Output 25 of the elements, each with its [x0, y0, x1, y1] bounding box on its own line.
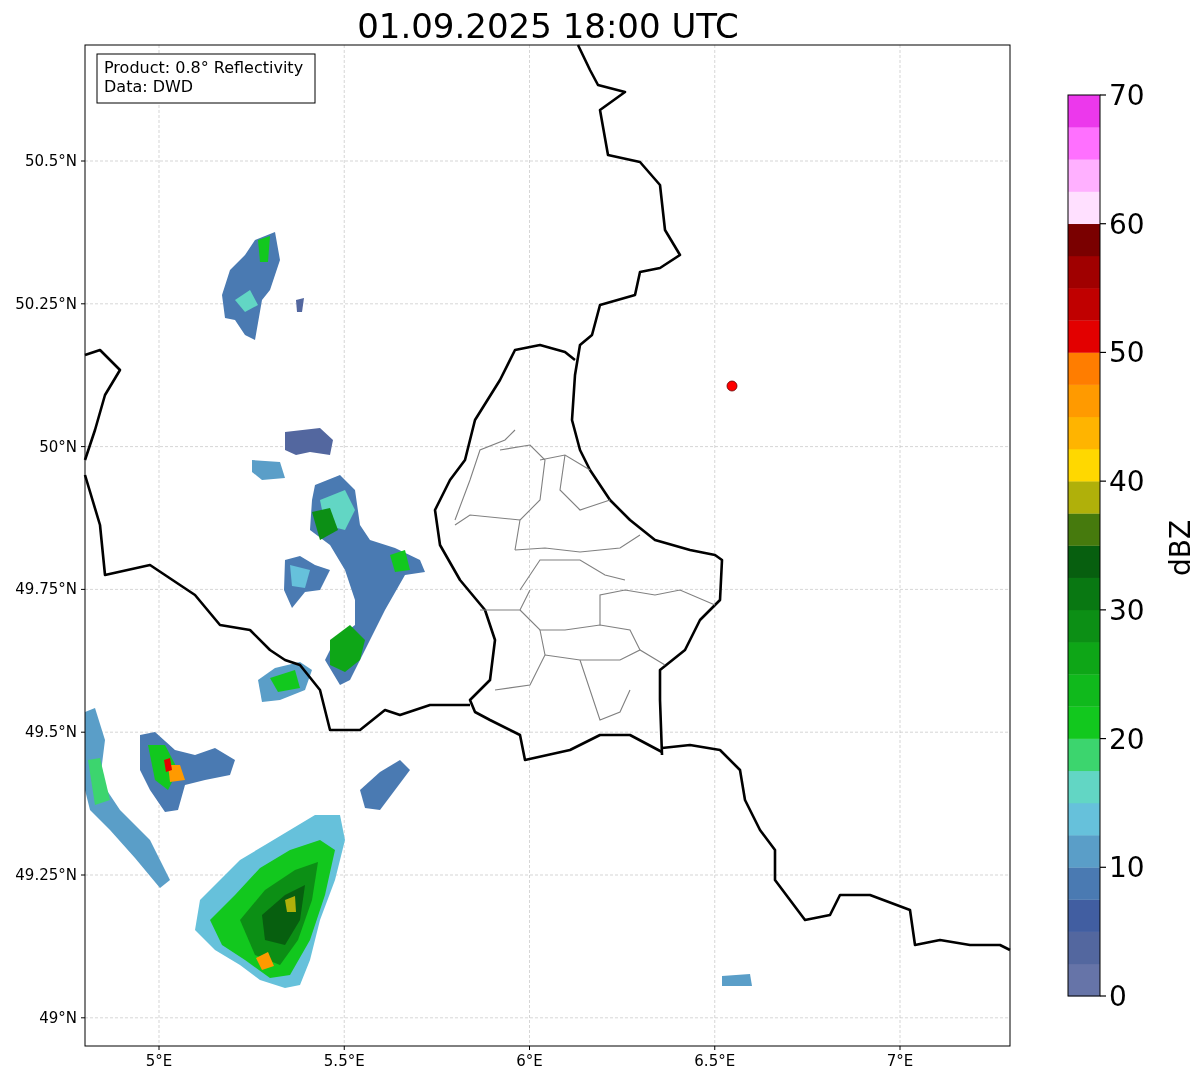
latitude-label: 50°N: [39, 437, 77, 456]
longitude-label: 5°E: [145, 1052, 173, 1070]
colorbar-tick-label: 20: [1109, 722, 1145, 756]
colorbar-tick-label: 30: [1109, 593, 1145, 627]
colorbar-tick-label: 40: [1109, 465, 1145, 499]
latitude-label: 50.5°N: [24, 152, 77, 170]
chart-title: 01.09.2025 18:00 UTC: [357, 6, 739, 46]
colorbar-tick-label: 50: [1109, 336, 1145, 370]
colorbar-tick-label: 0: [1109, 980, 1127, 1013]
latitude-label: 49°N: [39, 1008, 77, 1027]
site-marker: [726, 380, 738, 392]
longitude-label: 5.5°E: [323, 1052, 365, 1070]
latitude-label: 49.25°N: [15, 866, 77, 884]
colorbar-tick-label: 60: [1109, 207, 1145, 241]
longitude-label: 6.5°E: [694, 1052, 736, 1070]
longitude-label: 7°E: [886, 1052, 914, 1070]
colorbar-label: dBZ: [1164, 519, 1197, 577]
legend-text: Product: 0.8° Reflectivity: [104, 58, 304, 77]
latitude-label: 49.5°N: [24, 723, 77, 742]
latitude-label: 49.75°N: [15, 580, 77, 599]
legend-text: Data: DWD: [104, 77, 194, 96]
latitude-label: 50.25°N: [15, 294, 77, 313]
colorbar-tick-label: 70: [1109, 79, 1145, 112]
longitude-label: 6°E: [516, 1052, 543, 1070]
colorbar-tick-label: 10: [1109, 851, 1145, 885]
